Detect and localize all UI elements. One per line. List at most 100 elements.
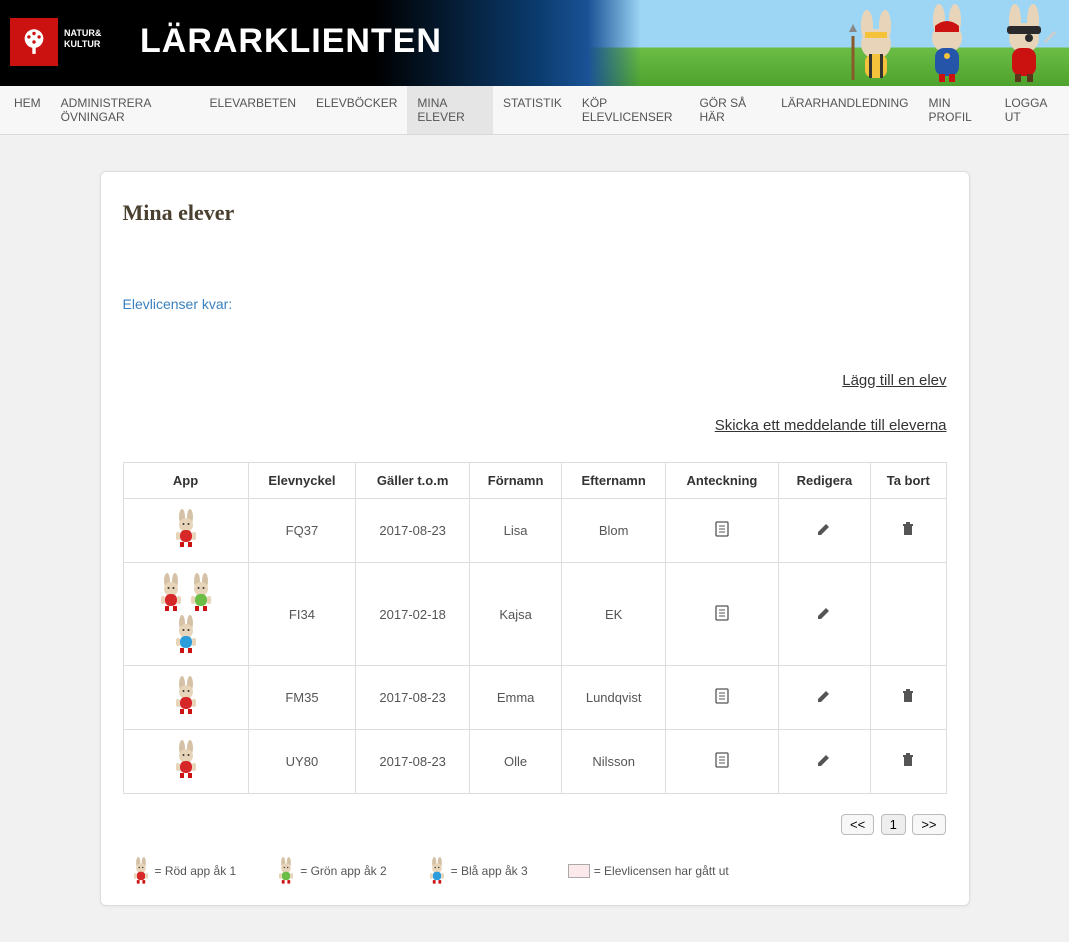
edit-icon[interactable] [816, 605, 832, 621]
note-icon[interactable] [714, 688, 730, 704]
cell-fname: Kajsa [469, 563, 561, 666]
nav-item-elevarbeten[interactable]: ELEVARBETEN [200, 86, 306, 134]
cell-edit [778, 730, 870, 794]
edit-icon[interactable] [816, 688, 832, 704]
table-row: FQ372017-08-23LisaBlom [123, 499, 946, 563]
cell-delete [871, 730, 946, 794]
note-icon[interactable] [714, 752, 730, 768]
nav-item-min-profil[interactable]: MIN PROFIL [919, 86, 995, 134]
cell-lname: EK [562, 563, 666, 666]
pagination: << 1 >> [123, 814, 947, 835]
note-icon[interactable] [714, 521, 730, 537]
delete-icon[interactable] [900, 688, 916, 704]
bunny-blue-icon [172, 615, 200, 655]
tree-logo-icon [10, 18, 58, 66]
col-fname: Förnamn [469, 463, 561, 499]
cell-key: FQ37 [248, 499, 356, 563]
cell-fname: Lisa [469, 499, 561, 563]
delete-icon[interactable] [900, 752, 916, 768]
cell-key: FM35 [248, 666, 356, 730]
nav-item-administrera-vningar[interactable]: ADMINISTRERA ÖVNINGAR [51, 86, 200, 134]
col-key: Elevnyckel [248, 463, 356, 499]
legend-blue: = Blå app åk 3 [427, 857, 528, 885]
col-valid: Gäller t.o.m [356, 463, 470, 499]
col-app: App [123, 463, 248, 499]
page-number-button[interactable]: 1 [881, 814, 906, 835]
legend-red: = Röd app åk 1 [131, 857, 237, 885]
cell-app [123, 563, 248, 666]
bunny-red-icon [172, 509, 200, 549]
bunny-green-icon [187, 573, 215, 613]
cell-lname: Blom [562, 499, 666, 563]
page-last-button[interactable]: >> [912, 814, 945, 835]
main-nav: HEMADMINISTRERA ÖVNINGARELEVARBETENELEVB… [0, 86, 1069, 135]
cell-note [666, 563, 779, 666]
nav-item-elevb-cker[interactable]: ELEVBÖCKER [306, 86, 407, 134]
edit-icon[interactable] [816, 521, 832, 537]
cell-fname: Emma [469, 666, 561, 730]
cell-app [123, 666, 248, 730]
licenses-remaining: Elevlicenser kvar: [123, 296, 947, 312]
cell-delete [871, 499, 946, 563]
legend-expired: = Elevlicensen har gått ut [568, 864, 729, 878]
cell-delete [871, 563, 946, 666]
legend-red-label: = Röd app åk 1 [155, 864, 237, 878]
note-icon[interactable] [714, 605, 730, 621]
cell-fname: Olle [469, 730, 561, 794]
send-message-link[interactable]: Skicka ett meddelande till eleverna [123, 417, 947, 434]
bunny-green-icon [276, 857, 296, 885]
mascot-pirate-icon [991, 0, 1057, 84]
legend-green-label: = Grön app åk 2 [300, 864, 386, 878]
cell-edit [778, 499, 870, 563]
edit-icon[interactable] [816, 752, 832, 768]
col-edit: Redigera [778, 463, 870, 499]
action-links: Lägg till en elev Skicka ett meddelande … [123, 372, 947, 434]
legend-expired-label: = Elevlicensen har gått ut [594, 864, 729, 878]
delete-icon[interactable] [900, 521, 916, 537]
banner: NATUR& KULTUR LÄRARKLIENTEN [0, 0, 1069, 86]
legend-green: = Grön app åk 2 [276, 857, 386, 885]
expired-swatch-icon [568, 864, 590, 878]
add-student-link[interactable]: Lägg till en elev [123, 372, 947, 389]
col-del: Ta bort [871, 463, 946, 499]
cell-valid: 2017-02-18 [356, 563, 470, 666]
col-note: Anteckning [666, 463, 779, 499]
cell-key: UY80 [248, 730, 356, 794]
cell-note [666, 499, 779, 563]
nav-item-g-r-s-h-r[interactable]: GÖR SÅ HÄR [689, 86, 771, 134]
brand-line1: NATUR& [64, 28, 112, 39]
cell-lname: Nilsson [562, 730, 666, 794]
page-title: Mina elever [123, 200, 947, 226]
page-body: Mina elever Elevlicenser kvar: Lägg till… [0, 135, 1069, 942]
page-first-button[interactable]: << [841, 814, 874, 835]
students-table: App Elevnyckel Gäller t.o.m Förnamn Efte… [123, 462, 947, 794]
cell-key: FI34 [248, 563, 356, 666]
nav-item-l-rarhandledning[interactable]: LÄRARHANDLEDNING [771, 86, 918, 134]
cell-delete [871, 666, 946, 730]
bunny-blue-icon [427, 857, 447, 885]
nav-item-hem[interactable]: HEM [4, 86, 51, 134]
cell-app [123, 730, 248, 794]
content-card: Mina elever Elevlicenser kvar: Lägg till… [100, 171, 970, 906]
legend-blue-label: = Blå app åk 3 [451, 864, 528, 878]
cell-lname: Lundqvist [562, 666, 666, 730]
nav-item-logga-ut[interactable]: LOGGA UT [995, 86, 1065, 134]
col-lname: Efternamn [562, 463, 666, 499]
cell-valid: 2017-08-23 [356, 499, 470, 563]
bunny-red-icon [131, 857, 151, 885]
table-row: UY802017-08-23OlleNilsson [123, 730, 946, 794]
brand-line2: KULTUR [64, 39, 112, 50]
app-title: LÄRARKLIENTEN [140, 22, 442, 61]
nav-item-statistik[interactable]: STATISTIK [493, 86, 572, 134]
cell-note [666, 666, 779, 730]
cell-note [666, 730, 779, 794]
nav-item-k-p-elevlicenser[interactable]: KÖP ELEVLICENSER [572, 86, 690, 134]
table-row: FI342017-02-18KajsaEK [123, 563, 946, 666]
bunny-red-icon [172, 740, 200, 780]
brand-text: NATUR& KULTUR [58, 18, 118, 66]
mascot-yellow-icon [847, 2, 905, 84]
legend: = Röd app åk 1 = Grön app åk 2 = Blå app… [123, 857, 947, 885]
nav-item-mina-elever[interactable]: MINA ELEVER [407, 86, 493, 134]
cell-app [123, 499, 248, 563]
cell-edit [778, 666, 870, 730]
